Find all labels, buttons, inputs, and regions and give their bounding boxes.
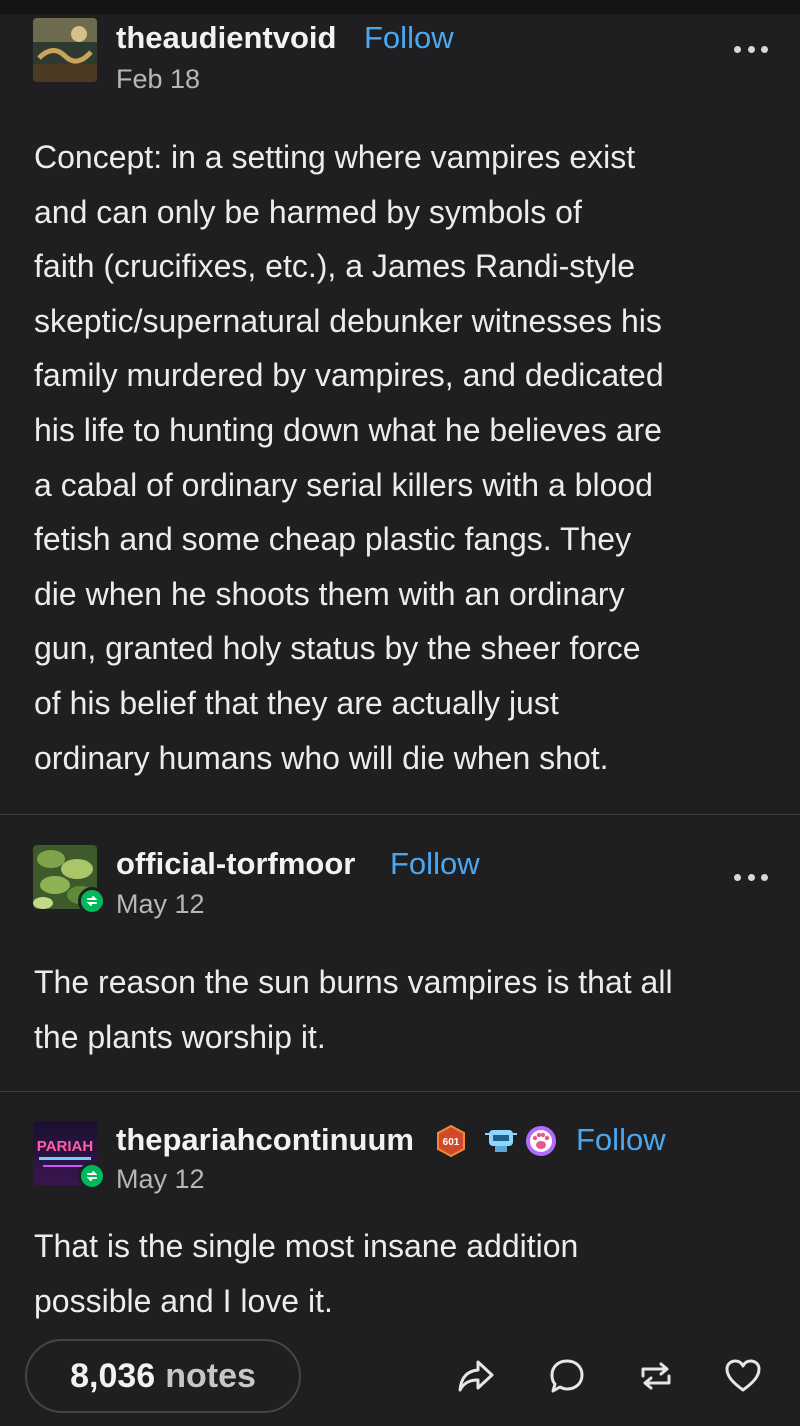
username[interactable]: official-torfmoor — [116, 846, 355, 882]
more-options-icon[interactable] — [734, 874, 768, 884]
avatar-logo-text: PARIAH — [37, 1138, 93, 1155]
body-line: The reason the sun burns vampires is tha… — [34, 964, 673, 1000]
body-line: and can only be harmed by symbols of — [34, 193, 582, 230]
post-date: May 12 — [116, 1164, 205, 1194]
follow-button[interactable]: Follow — [364, 20, 454, 56]
robot-badge-icon[interactable] — [483, 1122, 517, 1156]
body-line: skeptic/supernatural debunker witnesses … — [34, 302, 662, 339]
notes-button[interactable]: 8,036 notes — [25, 1339, 301, 1413]
body-line: possible and I love it. — [34, 1282, 333, 1319]
hexagon-badge-icon[interactable]: 601 — [434, 1124, 468, 1158]
post-body: The reason the sun burns vampires is tha… — [34, 955, 673, 1064]
body-line: of his belief that they are actually jus… — [34, 684, 559, 721]
top-bar — [0, 0, 800, 14]
post-official-torfmoor: official-torfmoor Follow May 12 The reas… — [0, 815, 800, 1091]
paw-badge-icon[interactable] — [524, 1124, 558, 1158]
avatar-image — [33, 18, 97, 82]
notes-label: notes — [165, 1356, 256, 1395]
avatar[interactable] — [33, 18, 97, 82]
body-line: gun, granted holy status by the sheer fo… — [34, 630, 641, 667]
like-icon[interactable] — [723, 1356, 763, 1396]
username[interactable]: thepariahcontinuum — [116, 1122, 414, 1158]
reblog-badge-icon — [78, 1162, 106, 1190]
post-date: May 12 — [116, 889, 205, 919]
body-line: family murdered by vampires, and dedicat… — [34, 357, 664, 394]
body-line: the plants worship it. — [34, 1018, 326, 1055]
post-body: That is the single most insane addition … — [34, 1219, 578, 1328]
body-line: That is the single most insane addition — [34, 1228, 579, 1264]
body-line: fetish and some cheap plastic fangs. The… — [34, 521, 632, 558]
post-theaudientvoid: theaudientvoid Follow Feb 18 Concept: in… — [0, 14, 800, 814]
post-body: Concept: in a setting where vampires exi… — [34, 130, 664, 785]
badge-number: 601 — [443, 1137, 460, 1148]
body-line: a cabal of ordinary serial killers with … — [34, 466, 653, 503]
body-line: his life to hunting down what he believe… — [34, 411, 662, 448]
more-options-icon[interactable] — [734, 46, 768, 56]
username[interactable]: theaudientvoid — [116, 20, 336, 56]
body-line: faith (crucifixes, etc.), a James Randi-… — [34, 248, 636, 285]
body-line: ordinary humans who will die when shot. — [34, 739, 609, 776]
follow-button[interactable]: Follow — [390, 846, 480, 882]
body-line: die when he shoots them with an ordinary — [34, 575, 625, 612]
share-icon[interactable] — [456, 1356, 496, 1396]
follow-button[interactable]: Follow — [576, 1122, 666, 1158]
reblog-badge-icon — [78, 887, 106, 915]
reblog-icon[interactable] — [636, 1356, 676, 1396]
body-line: Concept: in a setting where vampires exi… — [34, 139, 636, 175]
reply-icon[interactable] — [547, 1356, 587, 1396]
post-date: Feb 18 — [116, 64, 201, 94]
notes-count: 8,036 — [70, 1356, 156, 1395]
